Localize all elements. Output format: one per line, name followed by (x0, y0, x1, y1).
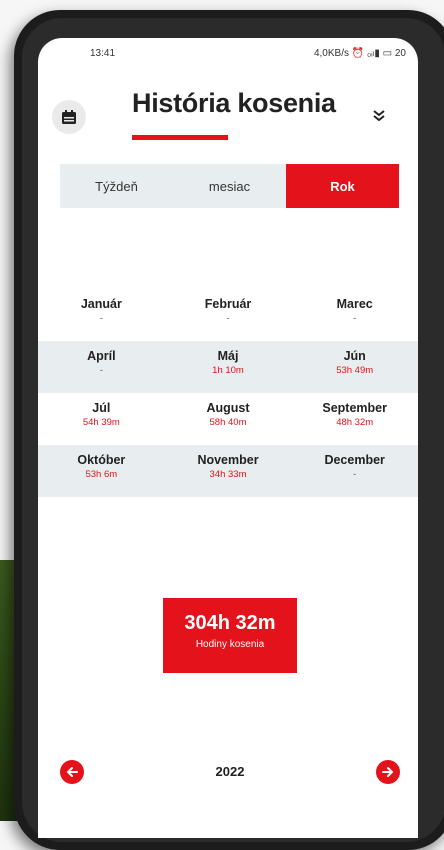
total-mowing-hours-card: 304h 32m Hodiny kosenia (163, 598, 297, 673)
title-underline (132, 135, 228, 140)
month-value: - (353, 313, 357, 324)
month-value: 58h 40m (209, 417, 247, 428)
calendar-icon (62, 110, 76, 124)
month-cell-january[interactable]: Január - (38, 289, 165, 341)
month-value: 48h 32m (336, 417, 374, 428)
month-name: Marec (336, 297, 373, 311)
month-name: Február (204, 297, 252, 311)
total-value: 304h 32m (184, 612, 276, 634)
month-value: - (353, 469, 357, 480)
double-chevron-down-icon[interactable] (372, 108, 386, 126)
month-value: 53h 49m (336, 365, 374, 376)
month-value: - (226, 313, 230, 324)
arrow-right-icon (382, 767, 394, 777)
month-name: September (322, 401, 387, 415)
month-name: November (197, 453, 259, 467)
month-cell-june[interactable]: Jún 53h 49m (291, 341, 418, 393)
month-cell-april[interactable]: Apríl - (38, 341, 165, 393)
month-name: Júl (92, 401, 111, 415)
month-value: 53h 6m (85, 469, 118, 480)
month-name: August (206, 401, 250, 415)
month-cell-december[interactable]: December - (291, 445, 418, 497)
tab-year[interactable]: Rok (286, 164, 399, 208)
months-row: Júl 54h 39m August 58h 40m September 48h… (38, 393, 418, 445)
page-title: História kosenia (132, 88, 336, 118)
month-cell-november[interactable]: November 34h 33m (165, 445, 292, 497)
month-cell-july[interactable]: Júl 54h 39m (38, 393, 165, 445)
month-value: 1h 10m (212, 365, 244, 376)
month-cell-february[interactable]: Február - (165, 289, 292, 341)
month-name: Apríl (87, 349, 116, 363)
app-screen: 13:41 4,0KB/s ⏰ ₀ᵢₗ▮ ▭ 20 História kosen… (38, 38, 418, 838)
status-indicators: 4,0KB/s ⏰ ₀ᵢₗ▮ ▭ 20 (313, 48, 406, 59)
month-cell-may[interactable]: Máj 1h 10m (165, 341, 292, 393)
month-name: Október (77, 453, 126, 467)
period-tabs: Týždeň mesiac Rok (60, 164, 399, 208)
total-label: Hodiny kosenia (195, 639, 265, 650)
next-year-button[interactable] (376, 760, 400, 784)
status-time: 13:41 (90, 48, 116, 59)
month-name: December (324, 453, 385, 467)
months-grid: Január - Február - Marec - Apríl - Máj 1… (38, 289, 418, 497)
status-bar: 13:41 4,0KB/s ⏰ ₀ᵢₗ▮ ▭ 20 (38, 38, 418, 68)
tab-month[interactable]: mesiac (173, 164, 286, 208)
month-name: Máj (217, 349, 239, 363)
month-name: Január (80, 297, 122, 311)
months-row: Apríl - Máj 1h 10m Jún 53h 49m (38, 341, 418, 393)
month-cell-september[interactable]: September 48h 32m (291, 393, 418, 445)
tab-week[interactable]: Týždeň (60, 164, 173, 208)
month-cell-march[interactable]: Marec - (291, 289, 418, 341)
month-name: Jún (343, 349, 366, 363)
year-label: 2022 (215, 764, 245, 779)
month-value: - (99, 313, 103, 324)
months-row: Október 53h 6m November 34h 33m December… (38, 445, 418, 497)
year-navigation: 2022 (60, 760, 400, 784)
month-cell-august[interactable]: August 58h 40m (165, 393, 292, 445)
month-cell-october[interactable]: Október 53h 6m (38, 445, 165, 497)
calendar-button[interactable] (52, 100, 86, 134)
month-value: 54h 39m (82, 417, 120, 428)
month-value: 34h 33m (209, 469, 247, 480)
months-row: Január - Február - Marec - (38, 289, 418, 341)
month-value: - (99, 365, 103, 376)
